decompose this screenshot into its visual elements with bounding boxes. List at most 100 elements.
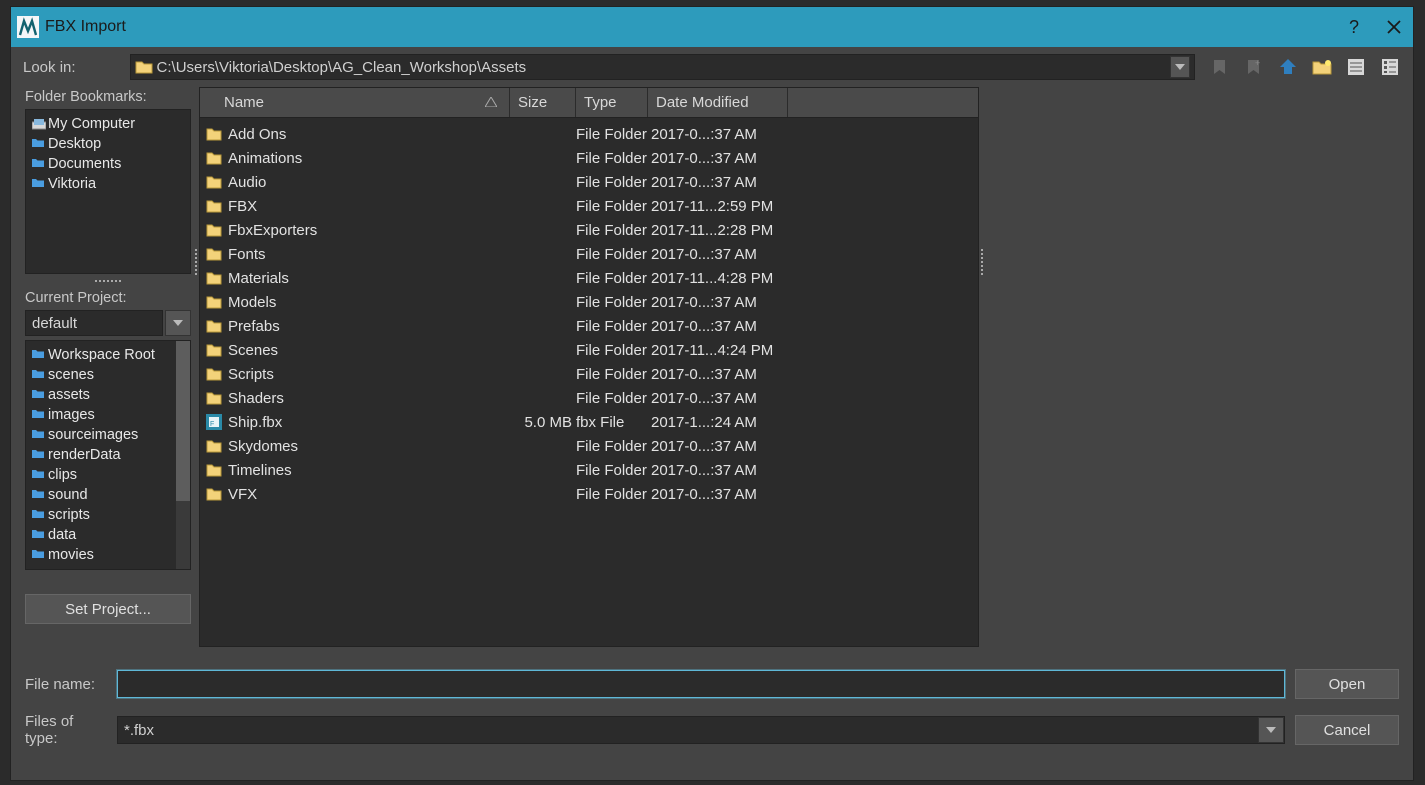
resize-grip-icon[interactable] — [25, 278, 191, 284]
folder-icon — [204, 175, 224, 189]
workspace-item[interactable]: clips — [32, 465, 184, 485]
file-row[interactable]: FbxExportersFile Folder2017-11...2:28 PM — [200, 218, 978, 242]
file-row[interactable]: ModelsFile Folder2017-0...:37 AM — [200, 290, 978, 314]
file-rows: Add Ons File Folder 2017-0...:37 AM Animati… — [200, 118, 978, 506]
bookmark-item[interactable]: My Computer — [32, 114, 184, 134]
col-size[interactable]: Size — [510, 88, 576, 117]
workspace-item[interactable]: Workspace Root — [32, 345, 184, 365]
bookmarks-label: Folder Bookmarks: — [25, 89, 191, 105]
file-type: File Folder — [576, 342, 651, 359]
bookmark-item[interactable]: Viktoria — [32, 174, 184, 194]
resize-grip-left-icon[interactable] — [193, 247, 199, 277]
fbx-file-icon: F — [204, 414, 224, 430]
cancel-button[interactable]: Cancel — [1295, 715, 1399, 745]
scrollbar-thumb[interactable] — [176, 341, 190, 501]
path-dropdown-button[interactable] — [1170, 56, 1190, 78]
file-type: File Folder — [576, 174, 651, 191]
workspace-label: sound — [48, 485, 88, 505]
workspace-item[interactable]: images — [32, 405, 184, 425]
filename-input[interactable] — [117, 670, 1285, 698]
folder-icon — [32, 449, 44, 461]
project-dropdown-button[interactable] — [165, 310, 191, 336]
titlebar[interactable]: FBX Import ? — [11, 7, 1413, 47]
workspace-panel[interactable]: Workspace Rootscenesassetsimagessourceim… — [25, 340, 191, 570]
workspace-label: renderData — [48, 445, 121, 465]
close-button[interactable] — [1375, 7, 1413, 47]
file-type: File Folder — [576, 150, 651, 167]
bookmark-item[interactable]: Documents — [32, 154, 184, 174]
file-row[interactable]: TimelinesFile Folder2017-0...:37 AM — [200, 458, 978, 482]
file-type: File Folder — [576, 294, 651, 311]
file-name: FBX — [224, 198, 510, 215]
workspace-item[interactable]: scenes — [32, 365, 184, 385]
project-select[interactable]: default — [25, 310, 163, 336]
file-name: Scripts — [224, 366, 510, 383]
file-date: 2017-1...:24 AM — [651, 414, 821, 431]
svg-text:+: + — [1255, 58, 1260, 68]
bookmarks-panel[interactable]: My ComputerDesktopDocumentsViktoria — [25, 109, 191, 274]
workspace-item[interactable]: assets — [32, 385, 184, 405]
bookmark-item[interactable]: Desktop — [32, 134, 184, 154]
filetype-value: *.fbx — [118, 722, 1258, 739]
col-date[interactable]: Date Modified — [648, 88, 788, 117]
col-name[interactable]: Name — [200, 88, 510, 117]
file-row[interactable]: AudioFile Folder2017-0...:37 AM — [200, 170, 978, 194]
file-row[interactable]: PrefabsFile Folder2017-0...:37 AM — [200, 314, 978, 338]
file-name: Materials — [224, 270, 510, 287]
set-project-button[interactable]: Set Project... — [25, 594, 191, 624]
help-button[interactable]: ? — [1337, 7, 1375, 47]
file-row[interactable]: ShadersFile Folder2017-0...:37 AM — [200, 386, 978, 410]
file-name: Add Ons — [224, 126, 510, 143]
workspace-item[interactable]: renderData — [32, 445, 184, 465]
file-row[interactable]: FontsFile Folder2017-0...:37 AM — [200, 242, 978, 266]
col-type[interactable]: Type — [576, 88, 648, 117]
path-field[interactable]: C:\Users\Viktoria\Desktop\AG_Clean_Works… — [130, 54, 1195, 80]
detail-view-icon[interactable] — [1379, 56, 1401, 78]
file-row[interactable]: AnimationsFile Folder2017-0...:37 AM — [200, 146, 978, 170]
toolbar-icons: + — [1209, 56, 1401, 78]
workspace-item[interactable]: sourceimages — [32, 425, 184, 445]
file-date: 2017-11...4:24 PM — [651, 342, 821, 359]
file-date: 2017-0...:37 AM — [651, 390, 821, 407]
file-date: 2017-11...4:28 PM — [651, 270, 821, 287]
lookin-label: Look in: — [23, 59, 76, 76]
file-type: File Folder — [576, 126, 651, 143]
bookmark-back-icon[interactable] — [1209, 56, 1231, 78]
sort-asc-icon — [485, 97, 497, 107]
workspace-item[interactable]: scripts — [32, 505, 184, 525]
file-row[interactable]: ScenesFile Folder2017-11...4:24 PM — [200, 338, 978, 362]
file-name: VFX — [224, 486, 510, 503]
folder-icon — [204, 319, 224, 333]
workspace-label: movies — [48, 545, 94, 565]
folder-icon — [204, 247, 224, 261]
list-view-icon[interactable] — [1345, 56, 1367, 78]
open-button[interactable]: Open — [1295, 669, 1399, 699]
file-row[interactable]: Add OnsFile Folder2017-0...:37 AM — [200, 122, 978, 146]
bookmark-add-icon[interactable]: + — [1243, 56, 1265, 78]
workspace-item[interactable]: data — [32, 525, 184, 545]
file-row[interactable]: FBXFile Folder2017-11...2:59 PM — [200, 194, 978, 218]
file-row[interactable]: SkydomesFile Folder2017-0...:37 AM — [200, 434, 978, 458]
left-sidebar: Folder Bookmarks: My ComputerDesktopDocu… — [25, 87, 191, 657]
file-name: Shaders — [224, 390, 510, 407]
file-name: Animations — [224, 150, 510, 167]
workspace-item[interactable]: sound — [32, 485, 184, 505]
filetype-select[interactable]: *.fbx — [117, 716, 1285, 744]
up-folder-icon[interactable] — [1277, 56, 1299, 78]
workspace-item[interactable]: movies — [32, 545, 184, 565]
folder-icon — [32, 158, 44, 170]
bottom-panel: File name: Open Files of type: *.fbx Can… — [11, 657, 1413, 759]
file-name: Fonts — [224, 246, 510, 263]
file-row[interactable]: VFXFile Folder2017-0...:37 AM — [200, 482, 978, 506]
fbx-import-dialog: FBX Import ? Look in: C:\Users\Viktoria\… — [10, 6, 1414, 781]
workspace-label: sourceimages — [48, 425, 138, 445]
new-folder-icon[interactable] — [1311, 56, 1333, 78]
resize-grip-right-icon[interactable] — [979, 247, 985, 277]
filetype-dropdown-button[interactable] — [1258, 717, 1284, 743]
bookmark-label: Desktop — [48, 134, 101, 154]
file-name: Timelines — [224, 462, 510, 479]
file-row[interactable]: ScriptsFile Folder2017-0...:37 AM — [200, 362, 978, 386]
file-row[interactable]: MaterialsFile Folder2017-11...4:28 PM — [200, 266, 978, 290]
file-row[interactable]: FShip.fbx5.0 MBfbx File2017-1...:24 AM — [200, 410, 978, 434]
svg-text:?: ? — [1349, 18, 1359, 36]
